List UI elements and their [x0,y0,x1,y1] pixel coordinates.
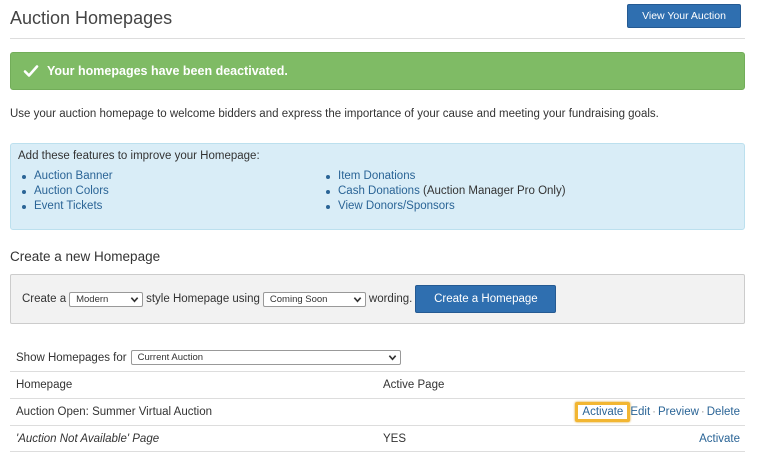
create-homepage-form: Create a Modern style Homepage using Com… [10,274,745,324]
edit-link[interactable]: Edit [630,406,650,418]
wording-select-value: Coming Soon [269,293,328,305]
delete-link[interactable]: Delete [707,406,740,418]
check-icon [23,65,39,77]
activate-link[interactable]: Activate [699,433,740,445]
success-alert: Your homepages have been deactivated. [10,52,745,90]
filter-select-value: Current Auction [137,352,204,363]
pro-only-note: (Auction Manager Pro Only) [419,185,566,197]
view-donors-link[interactable]: View Donors/Sponsors [338,200,455,212]
list-item: Cash Donations (Auction Manager Pro Only… [324,184,566,199]
chevron-down-icon [388,355,396,361]
separator: · [700,406,705,418]
homepage-name: 'Auction Not Available' Page [16,432,160,445]
view-auction-button[interactable]: View Your Auction [627,4,741,28]
create-text-prefix: Create a [22,293,67,305]
header-active-page: Active Page [383,379,445,391]
auction-banner-link[interactable]: Auction Banner [34,170,113,182]
features-info-box: Add these features to improve your Homep… [10,143,745,230]
header-homepage: Homepage [16,379,73,391]
cash-donations-link[interactable]: Cash Donations [338,185,420,197]
page-title: Auction Homepages [10,8,173,28]
table-row: 'Auction Not Available' Page YES Activat… [10,425,745,452]
features-list-right: Item Donations Cash Donations (Auction M… [324,169,566,214]
homepage-name: Auction Open: Summer Virtual Auction [16,406,213,418]
create-section-title: Create a new Homepage [10,249,161,264]
row-actions: Activate Edit · Preview · Delete [575,402,740,422]
separator: · [652,406,656,418]
chevron-down-icon [353,296,362,303]
preview-link[interactable]: Preview [658,406,699,418]
filter-label: Show Homepages for [16,351,127,364]
homepages-table: Homepage Active Page Auction Open: Summe… [10,371,745,452]
wording-select[interactable]: Coming Soon [262,291,366,307]
page-header: Auction Homepages View Your Auction [10,0,745,39]
alert-message: Your homepages have been deactivated. [47,64,288,78]
list-item: Auction Colors [20,184,113,199]
list-item: Event Tickets [20,199,113,214]
intro-text: Use your auction homepage to welcome bid… [10,108,659,120]
active-status: YES [383,432,407,445]
chevron-down-icon [130,296,139,303]
create-homepage-button[interactable]: Create a Homepage [415,285,557,313]
list-item: Auction Banner [20,169,113,184]
list-item: View Donors/Sponsors [324,199,566,214]
create-text-middle: style Homepage using [146,293,260,305]
list-item: Item Donations [324,169,566,184]
filter-row: Show Homepages for Current Auction [16,350,401,365]
auction-filter-select[interactable]: Current Auction [130,350,401,365]
create-text-suffix: wording. [368,293,413,305]
auction-colors-link[interactable]: Auction Colors [34,185,109,197]
event-tickets-link[interactable]: Event Tickets [34,200,102,212]
item-donations-link[interactable]: Item Donations [338,170,415,182]
style-select[interactable]: Modern [69,291,144,307]
style-select-value: Modern [76,293,109,305]
features-list-left: Auction Banner Auction Colors Event Tick… [20,169,113,214]
row-actions: Activate [699,433,740,445]
table-row: Auction Open: Summer Virtual Auction Act… [10,398,745,425]
activate-link[interactable]: Activate [575,402,631,422]
features-title: Add these features to improve your Homep… [18,150,260,162]
table-header-row: Homepage Active Page [10,371,745,398]
